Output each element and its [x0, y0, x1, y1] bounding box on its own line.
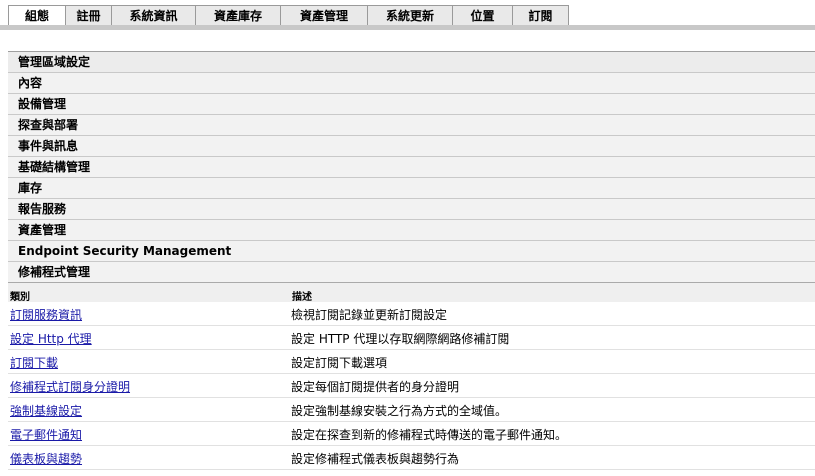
tab-subscriptions[interactable]: 訂閱	[512, 5, 569, 25]
link-dashboard-trending[interactable]: 儀表板與趨勢	[10, 450, 82, 467]
row-description: 設定修補程式儀表板與趨勢行為	[291, 452, 460, 466]
table-row: 強制基線設定 設定強制基線安裝之行為方式的全域值。	[8, 398, 815, 422]
row-description: 設定訂閱下載選項	[291, 356, 388, 370]
tab-asset-management[interactable]: 資產管理	[280, 5, 368, 25]
link-mandatory-baseline[interactable]: 強制基線設定	[10, 402, 82, 419]
link-email-notification[interactable]: 電子郵件通知	[10, 426, 82, 443]
tab-underline	[0, 25, 815, 30]
link-http-proxy[interactable]: 設定 Http 代理	[10, 330, 92, 347]
link-subscription-download[interactable]: 訂閱下載	[10, 354, 58, 371]
section-asset-management[interactable]: 資產管理	[8, 219, 815, 240]
section-inventory[interactable]: 庫存	[8, 177, 815, 198]
tab-bar: 組態 註冊 系統資訊 資產庫存 資產管理 系統更新 位置 訂閱	[0, 0, 815, 30]
table-row: 儀表板與趨勢 設定修補程式儀表板與趨勢行為	[8, 446, 815, 470]
settings-panel: 管理區域設定 內容 設備管理 探查與部署 事件與訊息 基礎結構管理 庫存 報告服…	[8, 51, 815, 470]
tab-location[interactable]: 位置	[452, 5, 513, 25]
section-endpoint-security[interactable]: Endpoint Security Management	[8, 240, 815, 261]
link-subscription-service-info[interactable]: 訂閱服務資訊	[10, 306, 82, 323]
link-patch-credentials[interactable]: 修補程式訂閱身分證明	[10, 378, 130, 395]
row-description: 檢視訂閱記錄並更新訂閱設定	[291, 308, 448, 322]
tab-configuration[interactable]: 組態	[8, 5, 66, 25]
row-description: 設定 HTTP 代理以存取網際網路修補訂閱	[291, 332, 510, 346]
section-infrastructure-management[interactable]: 基礎結構管理	[8, 156, 815, 177]
column-header-category: 類別	[10, 292, 30, 303]
column-header-description: 描述	[292, 292, 312, 303]
table-row: 設定 Http 代理 設定 HTTP 代理以存取網際網路修補訂閱	[8, 326, 815, 350]
section-discovery-deployment[interactable]: 探查與部署	[8, 114, 815, 135]
row-description: 設定強制基線安裝之行為方式的全域值。	[291, 404, 508, 418]
tab-registration[interactable]: 註冊	[65, 5, 112, 25]
tab-system-info[interactable]: 系統資訊	[111, 5, 196, 25]
table-row: 電子郵件通知 設定在探查到新的修補程式時傳送的電子郵件通知。	[8, 422, 815, 446]
table-row: 訂閱下載 設定訂閱下載選項	[8, 350, 815, 374]
section-events-messages[interactable]: 事件與訊息	[8, 135, 815, 156]
section-patch-management[interactable]: 修補程式管理	[8, 261, 815, 282]
tab-strip: 組態 註冊 系統資訊 資產庫存 資產管理 系統更新 位置 訂閱	[8, 5, 569, 25]
section-reporting-services[interactable]: 報告服務	[8, 198, 815, 219]
section-header-management-zone-settings[interactable]: 管理區域設定	[8, 51, 815, 72]
section-content[interactable]: 內容	[8, 72, 815, 93]
tab-asset-inventory[interactable]: 資產庫存	[195, 5, 281, 25]
section-device-management[interactable]: 設備管理	[8, 93, 815, 114]
row-description: 設定每個訂閱提供者的身分證明	[291, 380, 460, 394]
tab-system-update[interactable]: 系統更新	[367, 5, 453, 25]
table-row: 訂閱服務資訊 檢視訂閱記錄並更新訂閱設定	[8, 302, 815, 326]
table-header: 類別 描述	[8, 282, 815, 303]
table-row: 修補程式訂閱身分證明 設定每個訂閱提供者的身分證明	[8, 374, 815, 398]
row-description: 設定在探查到新的修補程式時傳送的電子郵件通知。	[291, 428, 568, 442]
